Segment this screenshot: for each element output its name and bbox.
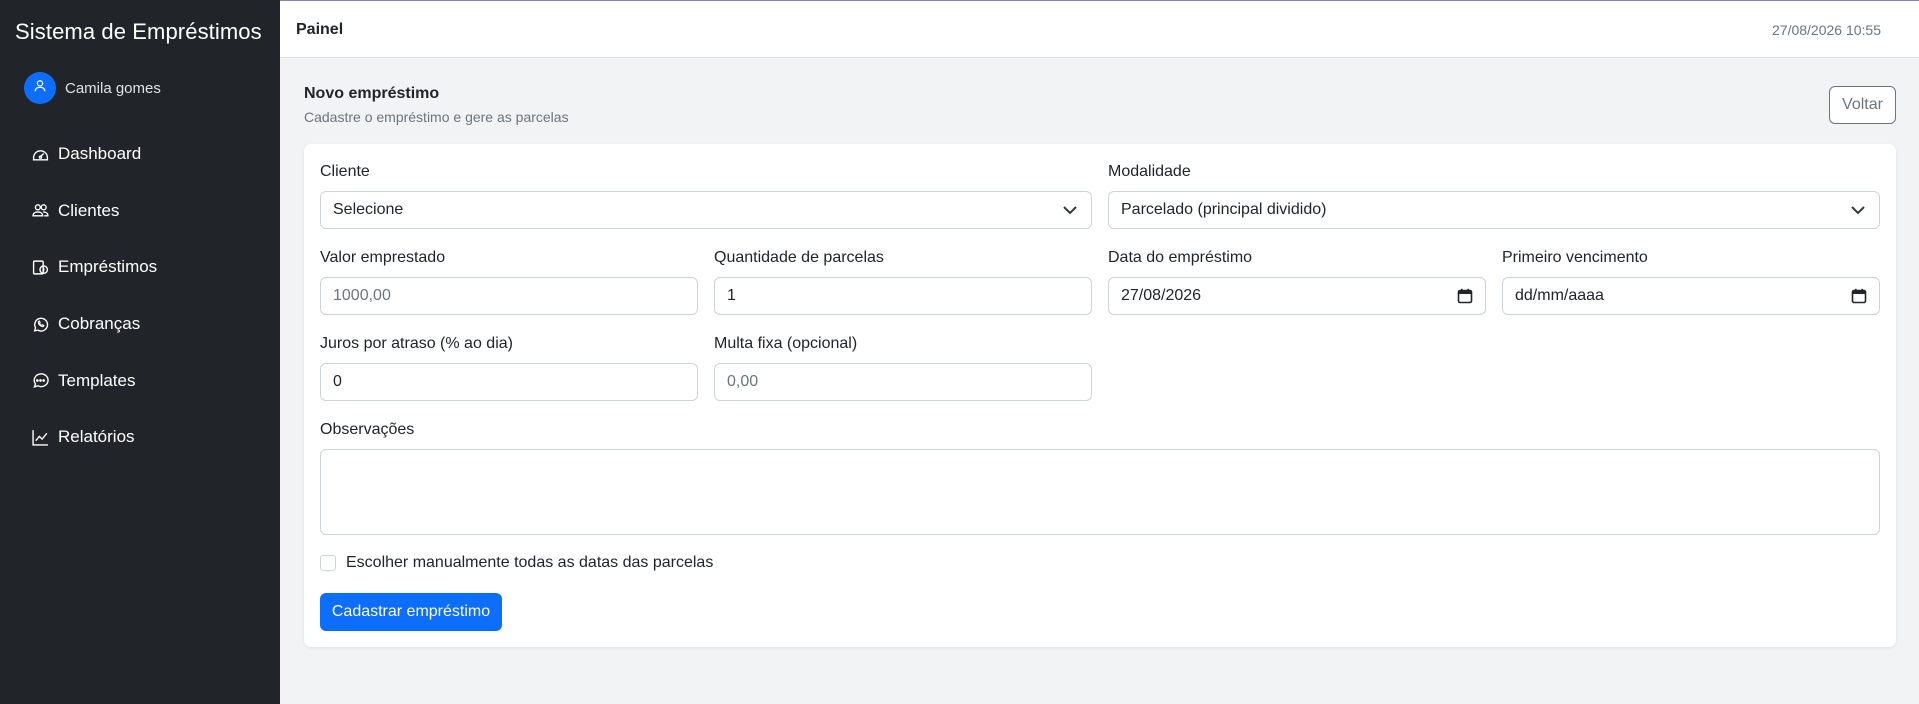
parcelas-value: 1	[727, 287, 736, 304]
sidebar-item-cobrancas[interactable]: Cobranças	[0, 296, 280, 353]
sidebar-item-emprestimos[interactable]: Empréstimos	[0, 239, 280, 296]
modalidade-select-value: Parcelado (principal dividido)	[1121, 201, 1327, 218]
submit-loan-button[interactable]: Cadastrar empréstimo	[320, 593, 502, 631]
multa-input[interactable]: 0,00	[714, 363, 1092, 401]
sidebar: Sistema de Empréstimos Camila gomes Dash…	[0, 0, 280, 704]
user-profile[interactable]: Camila gomes	[24, 72, 161, 104]
user-name: Camila gomes	[65, 79, 161, 97]
app-brand[interactable]: Sistema de Empréstimos	[15, 19, 262, 45]
primeiro-vencimento-value: dd/mm/aaaa	[1515, 287, 1604, 304]
parcelas-label: Quantidade de parcelas	[714, 249, 884, 266]
juros-label: Juros por atraso (% ao dia)	[320, 335, 513, 352]
sidebar-item-dashboard[interactable]: Dashboard	[0, 126, 280, 183]
page-subtitle: Cadastre o empréstimo e gere as parcelas	[304, 109, 569, 125]
data-emprestimo-input[interactable]: 27/08/2026	[1108, 277, 1486, 315]
chevron-down-icon	[1062, 202, 1078, 223]
sidebar-item-label: Templates	[58, 370, 136, 390]
people-icon	[31, 202, 49, 220]
primeiro-vencimento-label: Primeiro vencimento	[1502, 249, 1648, 266]
cliente-select-value: Selecione	[333, 201, 404, 218]
juros-input[interactable]: 0	[320, 363, 698, 401]
sidebar-item-clientes[interactable]: Clientes	[0, 183, 280, 240]
back-button[interactable]: Voltar	[1829, 86, 1896, 124]
sidebar-nav: Dashboard Clientes Empréstimos Cobranças…	[0, 126, 280, 466]
manual-dates-option[interactable]: Escolher manualmente todas as datas das …	[320, 554, 713, 572]
valor-label: Valor emprestado	[320, 249, 446, 266]
whatsapp-icon	[31, 315, 49, 333]
page-title: Novo empréstimo	[304, 85, 440, 102]
data-emprestimo-value: 27/08/2026	[1121, 287, 1202, 304]
observacoes-label: Observações	[320, 421, 415, 438]
cliente-select[interactable]: Selecione	[320, 191, 1092, 229]
data-emprestimo-label: Data do empréstimo	[1108, 249, 1253, 266]
sidebar-item-label: Dashboard	[58, 144, 142, 164]
graph-up-icon	[31, 428, 49, 446]
chevron-down-icon	[1850, 202, 1866, 223]
sidebar-item-label: Clientes	[58, 200, 120, 220]
modalidade-label: Modalidade	[1108, 163, 1191, 180]
manual-dates-label: Escolher manualmente todas as datas das …	[346, 554, 714, 571]
multa-label: Multa fixa (opcional)	[714, 335, 858, 352]
cliente-label: Cliente	[320, 163, 370, 180]
sidebar-item-relatorios[interactable]: Relatórios	[0, 409, 280, 466]
multa-placeholder: 0,00	[727, 373, 759, 390]
juros-value: 0	[333, 373, 342, 390]
sidebar-item-label: Empréstimos	[58, 257, 158, 277]
observacoes-textarea[interactable]	[320, 449, 1880, 535]
avatar	[24, 72, 56, 104]
sidebar-item-label: Relatórios	[58, 427, 135, 447]
modalidade-select[interactable]: Parcelado (principal dividido)	[1108, 191, 1880, 229]
parcelas-input[interactable]: 1	[714, 277, 1092, 315]
sidebar-item-label: Cobranças	[58, 314, 141, 334]
speedometer-icon	[31, 145, 49, 163]
user-icon	[33, 79, 47, 98]
cash-icon	[31, 258, 49, 276]
calendar-icon[interactable]	[1851, 288, 1867, 309]
calendar-icon[interactable]	[1457, 288, 1473, 309]
topbar-datetime: 27/08/2026 10:55	[1772, 22, 1881, 38]
valor-input[interactable]: 1000,00	[320, 277, 698, 315]
sidebar-item-templates[interactable]: Templates	[0, 352, 280, 409]
chat-dots-icon	[31, 372, 49, 390]
valor-placeholder: 1000,00	[333, 287, 391, 304]
topbar-title: Painel	[296, 21, 344, 38]
primeiro-vencimento-input[interactable]: dd/mm/aaaa	[1502, 277, 1880, 315]
topbar: Painel 27/08/2026 10:55	[280, 0, 1919, 58]
manual-dates-checkbox[interactable]	[320, 555, 336, 571]
